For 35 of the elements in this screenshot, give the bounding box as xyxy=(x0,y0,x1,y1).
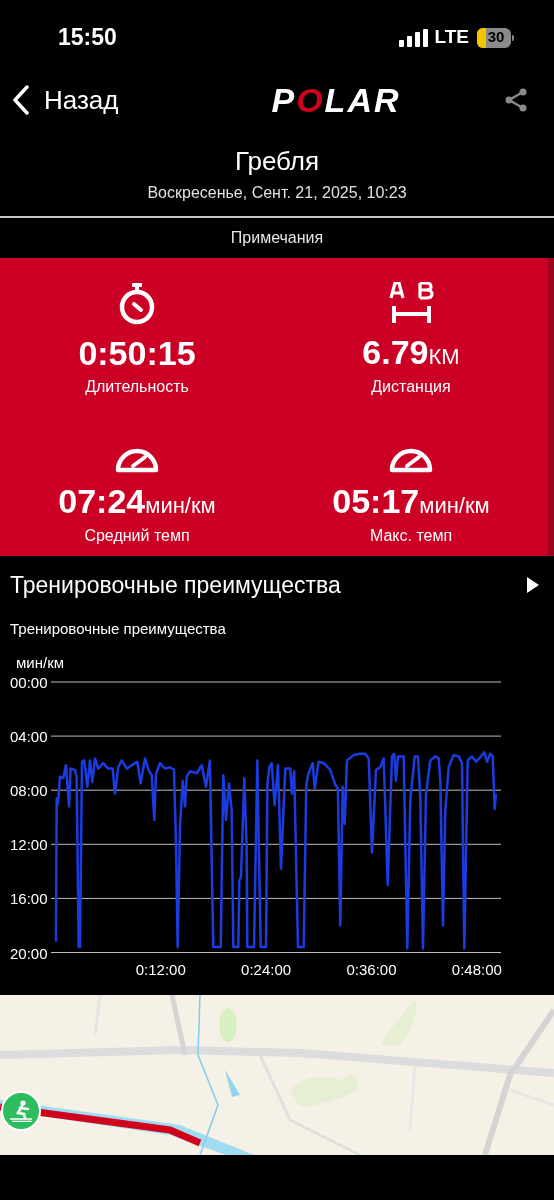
section-subtitle: Тренировочные преимущества xyxy=(9,619,227,639)
y-tick-label: 04:00 xyxy=(10,727,48,745)
activity-title: Гребля xyxy=(234,145,320,177)
network-label: LTE xyxy=(434,25,469,50)
x-tick-label: 0:12:00 xyxy=(135,960,186,977)
status-time: 15:50 xyxy=(58,23,117,53)
stat-label: Длительность xyxy=(85,377,189,397)
notes-tab[interactable]: Примечания xyxy=(230,226,324,250)
stat-value: 07:24мин/км xyxy=(58,481,216,522)
activity-date: Воскресенье, Сент. 21, 2025, 10:23 xyxy=(147,183,407,203)
stat-value: 0:50:15 xyxy=(78,333,196,373)
distance-icon xyxy=(388,282,434,324)
y-tick-label: 00:00 xyxy=(10,673,48,691)
y-tick-label: 20:00 xyxy=(10,944,48,961)
stat-label: Средний темп xyxy=(84,526,190,546)
stat-label: Дистанция xyxy=(371,377,451,397)
polar-logo: POLAR xyxy=(270,79,402,121)
stat-value: 05:17мин/км xyxy=(332,481,490,522)
x-tick-label: 0:36:00 xyxy=(346,960,397,977)
share-icon[interactable] xyxy=(504,88,528,112)
x-tick-label: 0:24:00 xyxy=(241,960,292,977)
signal-icon xyxy=(398,28,429,47)
chevron-icon xyxy=(12,85,30,115)
y-tick-label: 12:00 xyxy=(10,835,48,853)
stopwatch-icon xyxy=(117,283,157,325)
battery-percent: 30 xyxy=(487,27,505,48)
back-button[interactable]: Назад xyxy=(12,80,182,120)
play-icon[interactable] xyxy=(526,576,540,594)
axis-title: мин/км xyxy=(16,653,65,671)
section-title: Тренировочные преимущества xyxy=(10,570,341,600)
x-tick-label: 0:48:00 xyxy=(451,960,502,977)
y-tick-label: 16:00 xyxy=(10,889,48,907)
y-tick-label: 08:00 xyxy=(10,781,48,799)
stat-value: 6.79КМ xyxy=(362,332,460,373)
stat-label: Макс. темп xyxy=(369,526,453,546)
